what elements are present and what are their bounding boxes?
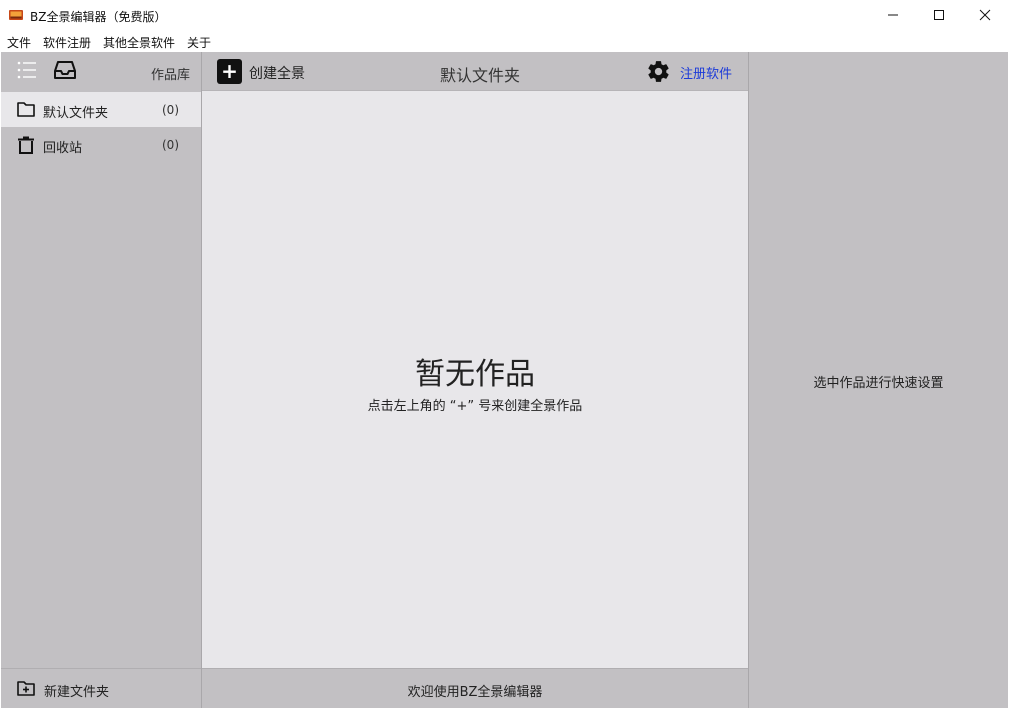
menu-file[interactable]: 文件 (7, 34, 31, 51)
folder-icon (17, 102, 35, 117)
minimize-icon (888, 14, 898, 16)
empty-state-title: 暂无作品 (415, 357, 535, 392)
maximize-button[interactable] (916, 0, 962, 30)
folder-item-recycle-bin[interactable]: 回收站 (0) (1, 127, 201, 162)
sidebar: 作品库 默认文件夹 (0) 回收站 (0) 新建文件夹 (1, 52, 201, 708)
folder-count: (0) (162, 138, 179, 152)
folder-item-default[interactable]: 默认文件夹 (0) (1, 92, 201, 127)
inbox-icon[interactable] (54, 60, 76, 80)
main-header: + 创建全景 默认文件夹 注册软件 (202, 52, 748, 91)
new-folder-label: 新建文件夹 (44, 685, 110, 700)
menu-about[interactable]: 关于 (187, 34, 211, 51)
quick-settings-hint: 选中作品进行快速设置 (813, 376, 944, 391)
menu-bar: 文件 软件注册 其他全景软件 关于 (0, 32, 1009, 52)
create-panorama-label[interactable]: 创建全景 (249, 63, 305, 83)
app-icon (9, 10, 23, 20)
create-panorama-button[interactable]: + (217, 59, 242, 84)
quick-settings-panel: 选中作品进行快速设置 (749, 52, 1008, 708)
gear-icon[interactable] (646, 59, 671, 84)
folder-label: 回收站 (43, 141, 83, 156)
library-label: 作品库 (150, 68, 190, 83)
welcome-text: 欢迎使用BZ全景编辑器 (407, 685, 543, 700)
folder-label: 默认文件夹 (43, 106, 109, 121)
maximize-icon (934, 10, 944, 20)
minimize-button[interactable] (870, 0, 916, 30)
list-view-icon[interactable] (17, 61, 37, 79)
add-folder-icon (17, 681, 35, 696)
window-title: BZ全景编辑器（免费版） (30, 10, 167, 24)
new-folder-button[interactable]: 新建文件夹 (1, 668, 201, 708)
title-bar: BZ全景编辑器（免费版） (0, 0, 1009, 32)
empty-state-hint: 点击左上角的 “+” 号来创建全景作品 (367, 399, 583, 414)
folder-count: (0) (162, 103, 179, 117)
current-folder-title: 默认文件夹 (440, 66, 521, 85)
main-panel: + 创建全景 默认文件夹 注册软件 暂无作品 点击左上角的 “+” 号来创建全景… (202, 52, 748, 708)
menu-other-software[interactable]: 其他全景软件 (103, 34, 175, 51)
close-button[interactable] (962, 0, 1008, 30)
main-footer: 欢迎使用BZ全景编辑器 (202, 668, 748, 708)
trash-icon (18, 136, 34, 154)
register-software-link[interactable]: 注册软件 (680, 63, 732, 82)
close-icon (979, 9, 991, 21)
sidebar-header: 作品库 (1, 52, 201, 91)
menu-register[interactable]: 软件注册 (43, 34, 91, 51)
